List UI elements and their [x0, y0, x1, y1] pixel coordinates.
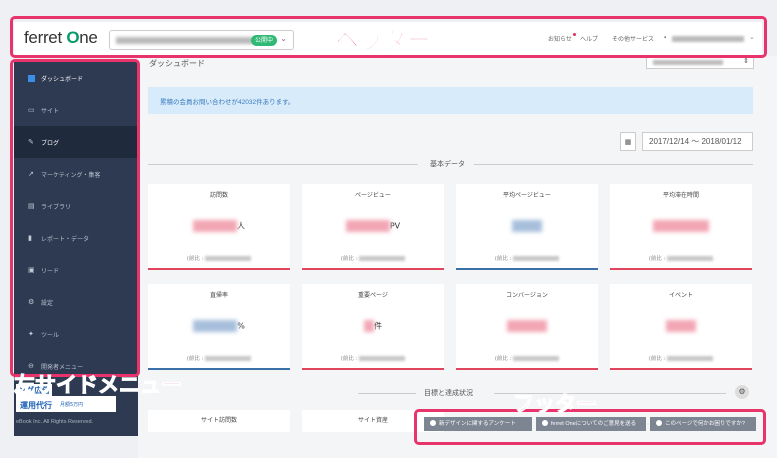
kpi-bar	[302, 368, 444, 370]
date-range-text[interactable]: 2017/12/14 ～ 2018/01/12	[642, 132, 753, 151]
kpi-bar	[456, 268, 598, 270]
kpi-bar	[610, 268, 752, 270]
kpi-card-important-pages[interactable]: 重要ページ 件 (前比 :	[302, 284, 444, 370]
kpi-bar	[148, 268, 290, 270]
annotation-header-label: ヘッダー	[335, 26, 432, 55]
calendar-icon[interactable]: ▦	[620, 132, 636, 151]
annotation-footer-label: フッター	[513, 392, 598, 417]
kpi-bar	[302, 268, 444, 270]
kpi-card-avg-duration[interactable]: 平均滞在時間 (前比 :	[610, 184, 752, 270]
date-range-picker[interactable]: ▦ 2017/12/14 ～ 2018/01/12	[620, 132, 753, 151]
promo-sub: 月額5万円	[60, 402, 84, 408]
kpi-card-pageviews[interactable]: ページビュー PV (前比 :	[302, 184, 444, 270]
goal-settings-gear-icon[interactable]: ⚙	[735, 385, 749, 399]
annotation-sidebar-box	[10, 59, 140, 377]
kpi-card-bounce-rate[interactable]: 直帰率 % (前比 :	[148, 284, 290, 370]
section-basic-data: 基本データ	[148, 159, 753, 169]
goal-card-site-visits[interactable]: サイト訪問数	[148, 410, 290, 432]
kpi-card-event[interactable]: イベント (前比 :	[610, 284, 752, 370]
kpi-card-avg-pageviews[interactable]: 平均ページビュー (前比 :	[456, 184, 598, 270]
kpi-card-conversion[interactable]: コンバージョン (前比 :	[456, 284, 598, 370]
kpi-value-redacted	[193, 220, 237, 232]
annotation-sidebar-label: 左サイドメニュー	[14, 373, 183, 398]
select-arrow-icon: ⇕	[743, 57, 749, 65]
copyright: eBook Inc. All Rights Reserved.	[16, 419, 94, 425]
kpi-bar	[456, 368, 598, 370]
page-title: ダッシュボード	[149, 59, 205, 68]
notice-banner: 累積の会員お問い合わせが42032件あります。	[148, 87, 753, 114]
kpi-bar	[610, 368, 752, 370]
kpi-card-visits[interactable]: 訪問数 人 (前比 :	[148, 184, 290, 270]
page-select-redacted	[653, 60, 723, 65]
